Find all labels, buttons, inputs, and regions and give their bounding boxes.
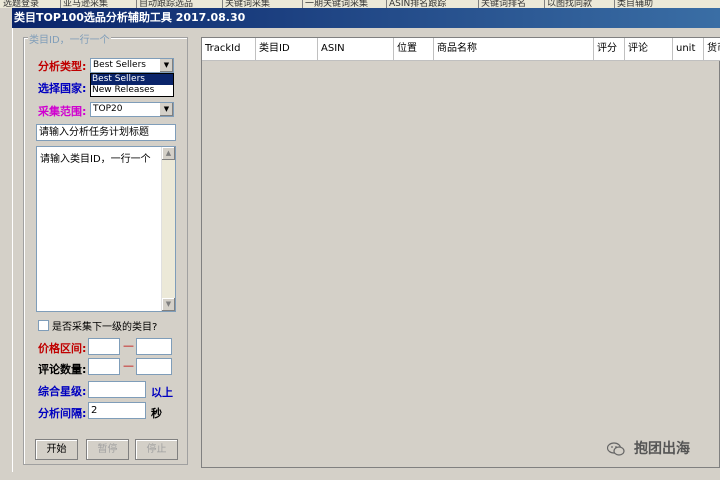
review-count-label: 评论数量: — [38, 363, 87, 376]
textarea-scrollbar[interactable]: ▲ ▼ — [161, 147, 175, 311]
window-title-bar[interactable]: 类目TOP100选品分析辅助工具 2017.08.30 — [12, 8, 720, 28]
scroll-up-icon[interactable]: ▲ — [162, 147, 175, 160]
chevron-down-icon[interactable]: ▼ — [159, 103, 173, 116]
background-tab[interactable]: 亚马逊采集 — [60, 0, 137, 8]
price-range-dash: — — [123, 339, 134, 352]
window-title: 类目TOP100选品分析辅助工具 2017.08.30 — [14, 11, 246, 24]
interval-value: 2 — [91, 405, 98, 416]
background-tab[interactable]: 自动跟踪选品 — [136, 0, 223, 8]
rating-suffix: 以上 — [151, 386, 173, 399]
results-grid[interactable]: TrackId 类目ID ASIN 位置 商品名称 评分 评论 unit 货币 — [201, 37, 720, 468]
review-min-input[interactable] — [88, 358, 120, 375]
country-label: 选择国家: — [38, 82, 87, 95]
dropdown-option-best-sellers[interactable]: Best Sellers — [91, 74, 173, 85]
analysis-type-dropdown: Best Sellers New Releases — [90, 73, 174, 97]
review-max-input[interactable] — [136, 358, 172, 375]
subcategory-checkbox[interactable] — [38, 320, 49, 331]
interval-label: 分析间隔: — [38, 407, 87, 420]
range-label: 采集范围: — [38, 105, 87, 118]
watermark: 抱团出海 — [607, 438, 690, 458]
column-header[interactable]: TrackId — [202, 38, 256, 60]
analysis-type-label: 分析类型: — [38, 60, 87, 73]
scroll-down-icon[interactable]: ▼ — [162, 298, 175, 311]
review-range-dash: — — [123, 359, 134, 372]
analysis-type-value: Best Sellers — [93, 60, 146, 70]
background-tab[interactable]: 一期关键词采集 — [302, 0, 387, 8]
column-header[interactable]: 评分 — [594, 38, 625, 60]
column-header[interactable]: 商品名称 — [434, 38, 594, 60]
column-header[interactable]: 评论 — [625, 38, 673, 60]
analysis-type-select[interactable]: Best Sellers ▼ — [90, 58, 174, 73]
task-title-value: 请输入分析任务计划标题 — [39, 127, 149, 138]
price-min-input[interactable] — [88, 338, 120, 355]
background-tab[interactable]: 关键词排名 — [478, 0, 545, 8]
background-tab[interactable]: 关键词采集 — [222, 0, 303, 8]
watermark-text: 抱团出海 — [634, 441, 690, 457]
range-select[interactable]: TOP20 ▼ — [90, 102, 174, 117]
category-ids-textarea[interactable]: 请输入类目ID，一行一个 ▲ ▼ — [36, 146, 176, 312]
interval-input[interactable]: 2 — [88, 402, 146, 419]
grid-body[interactable] — [202, 61, 719, 467]
start-button[interactable]: 开始 — [35, 439, 78, 460]
price-max-input[interactable] — [136, 338, 172, 355]
background-tab[interactable]: 类目辅助 — [614, 0, 720, 8]
background-tab[interactable]: 选题登录 — [0, 0, 61, 8]
column-header[interactable]: ASIN — [318, 38, 394, 60]
chevron-down-icon[interactable]: ▼ — [159, 59, 173, 72]
rating-input[interactable] — [88, 381, 146, 398]
column-header[interactable]: 货币 — [704, 38, 720, 60]
rating-label: 综合星级: — [38, 385, 87, 398]
range-value: TOP20 — [93, 104, 123, 114]
wechat-icon — [607, 442, 625, 456]
group-box-title: 类目ID，一行一个 — [28, 31, 111, 46]
interval-unit: 秒 — [151, 407, 162, 420]
stop-button[interactable]: 停止 — [135, 439, 178, 460]
column-header[interactable]: 类目ID — [256, 38, 318, 60]
background-tab[interactable]: ASIN排名跟踪 — [386, 0, 479, 8]
grid-header: TrackId 类目ID ASIN 位置 商品名称 评分 评论 unit 货币 — [202, 38, 720, 61]
subcategory-checkbox-label: 是否采集下一级的类目? — [52, 322, 158, 333]
task-title-input[interactable]: 请输入分析任务计划标题 — [36, 124, 176, 141]
price-range-label: 价格区间: — [38, 342, 87, 355]
background-tab[interactable]: 以图找同款 — [544, 0, 615, 8]
dropdown-option-new-releases[interactable]: New Releases — [91, 85, 173, 96]
column-header[interactable]: unit — [673, 38, 704, 60]
category-ids-value: 请输入类目ID，一行一个 — [40, 154, 151, 165]
column-header[interactable]: 位置 — [394, 38, 434, 60]
pause-button[interactable]: 暂停 — [86, 439, 129, 460]
